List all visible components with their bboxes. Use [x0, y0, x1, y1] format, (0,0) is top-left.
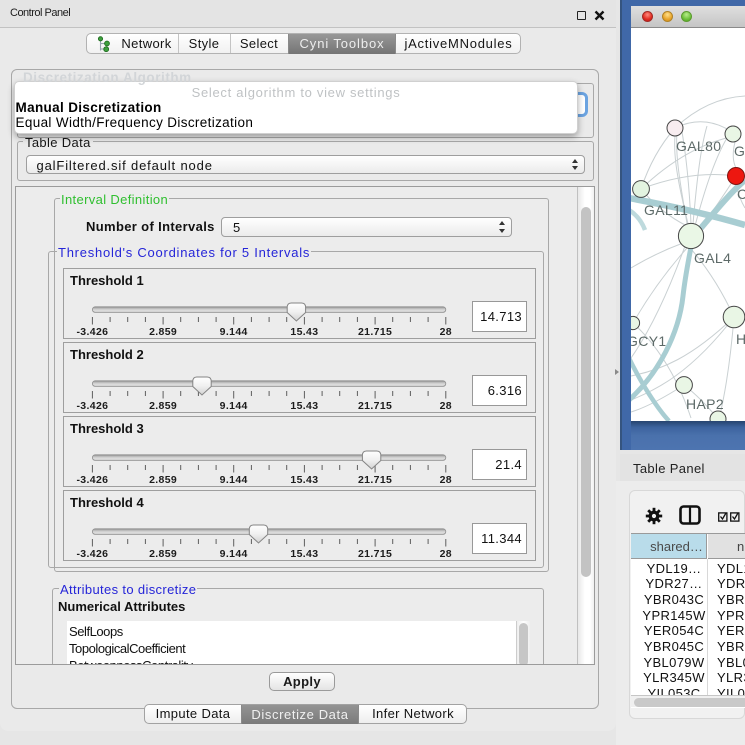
svg-text:2.859: 2.859 — [149, 326, 177, 338]
svg-text:-3.426: -3.426 — [76, 474, 108, 486]
svg-text:15.43: 15.43 — [290, 326, 318, 338]
svg-text:28: 28 — [440, 474, 452, 486]
svg-text:-3.426: -3.426 — [76, 548, 108, 560]
svg-text:GAL80: GAL80 — [676, 138, 721, 154]
svg-text:-3.426: -3.426 — [76, 400, 108, 412]
svg-text:GA: GA — [734, 143, 745, 159]
svg-text:21.715: 21.715 — [358, 326, 392, 338]
svg-text:15.43: 15.43 — [290, 400, 318, 412]
svg-text:H: H — [736, 331, 745, 347]
svg-text:2.859: 2.859 — [149, 400, 177, 412]
svg-text:HAP2: HAP2 — [686, 396, 724, 412]
svg-text:GCY1: GCY1 — [631, 333, 667, 349]
svg-text:GAL11: GAL11 — [644, 202, 688, 218]
svg-text:15.43: 15.43 — [290, 548, 318, 560]
svg-text:28: 28 — [440, 400, 452, 412]
svg-text:-3.426: -3.426 — [76, 326, 108, 338]
svg-text:2.859: 2.859 — [149, 474, 177, 486]
svg-text:28: 28 — [440, 548, 452, 560]
svg-text:GAL4: GAL4 — [694, 250, 731, 266]
svg-text:21.715: 21.715 — [358, 548, 392, 560]
svg-text:9.144: 9.144 — [220, 400, 248, 412]
svg-text:9.144: 9.144 — [220, 326, 248, 338]
svg-text:9.144: 9.144 — [220, 474, 248, 486]
svg-text:C: C — [737, 186, 745, 202]
svg-text:21.715: 21.715 — [358, 400, 392, 412]
svg-text:21.715: 21.715 — [358, 474, 392, 486]
svg-text:15.43: 15.43 — [290, 474, 318, 486]
svg-text:9.144: 9.144 — [220, 548, 248, 560]
svg-text:28: 28 — [440, 326, 452, 338]
svg-text:2.859: 2.859 — [149, 548, 177, 560]
